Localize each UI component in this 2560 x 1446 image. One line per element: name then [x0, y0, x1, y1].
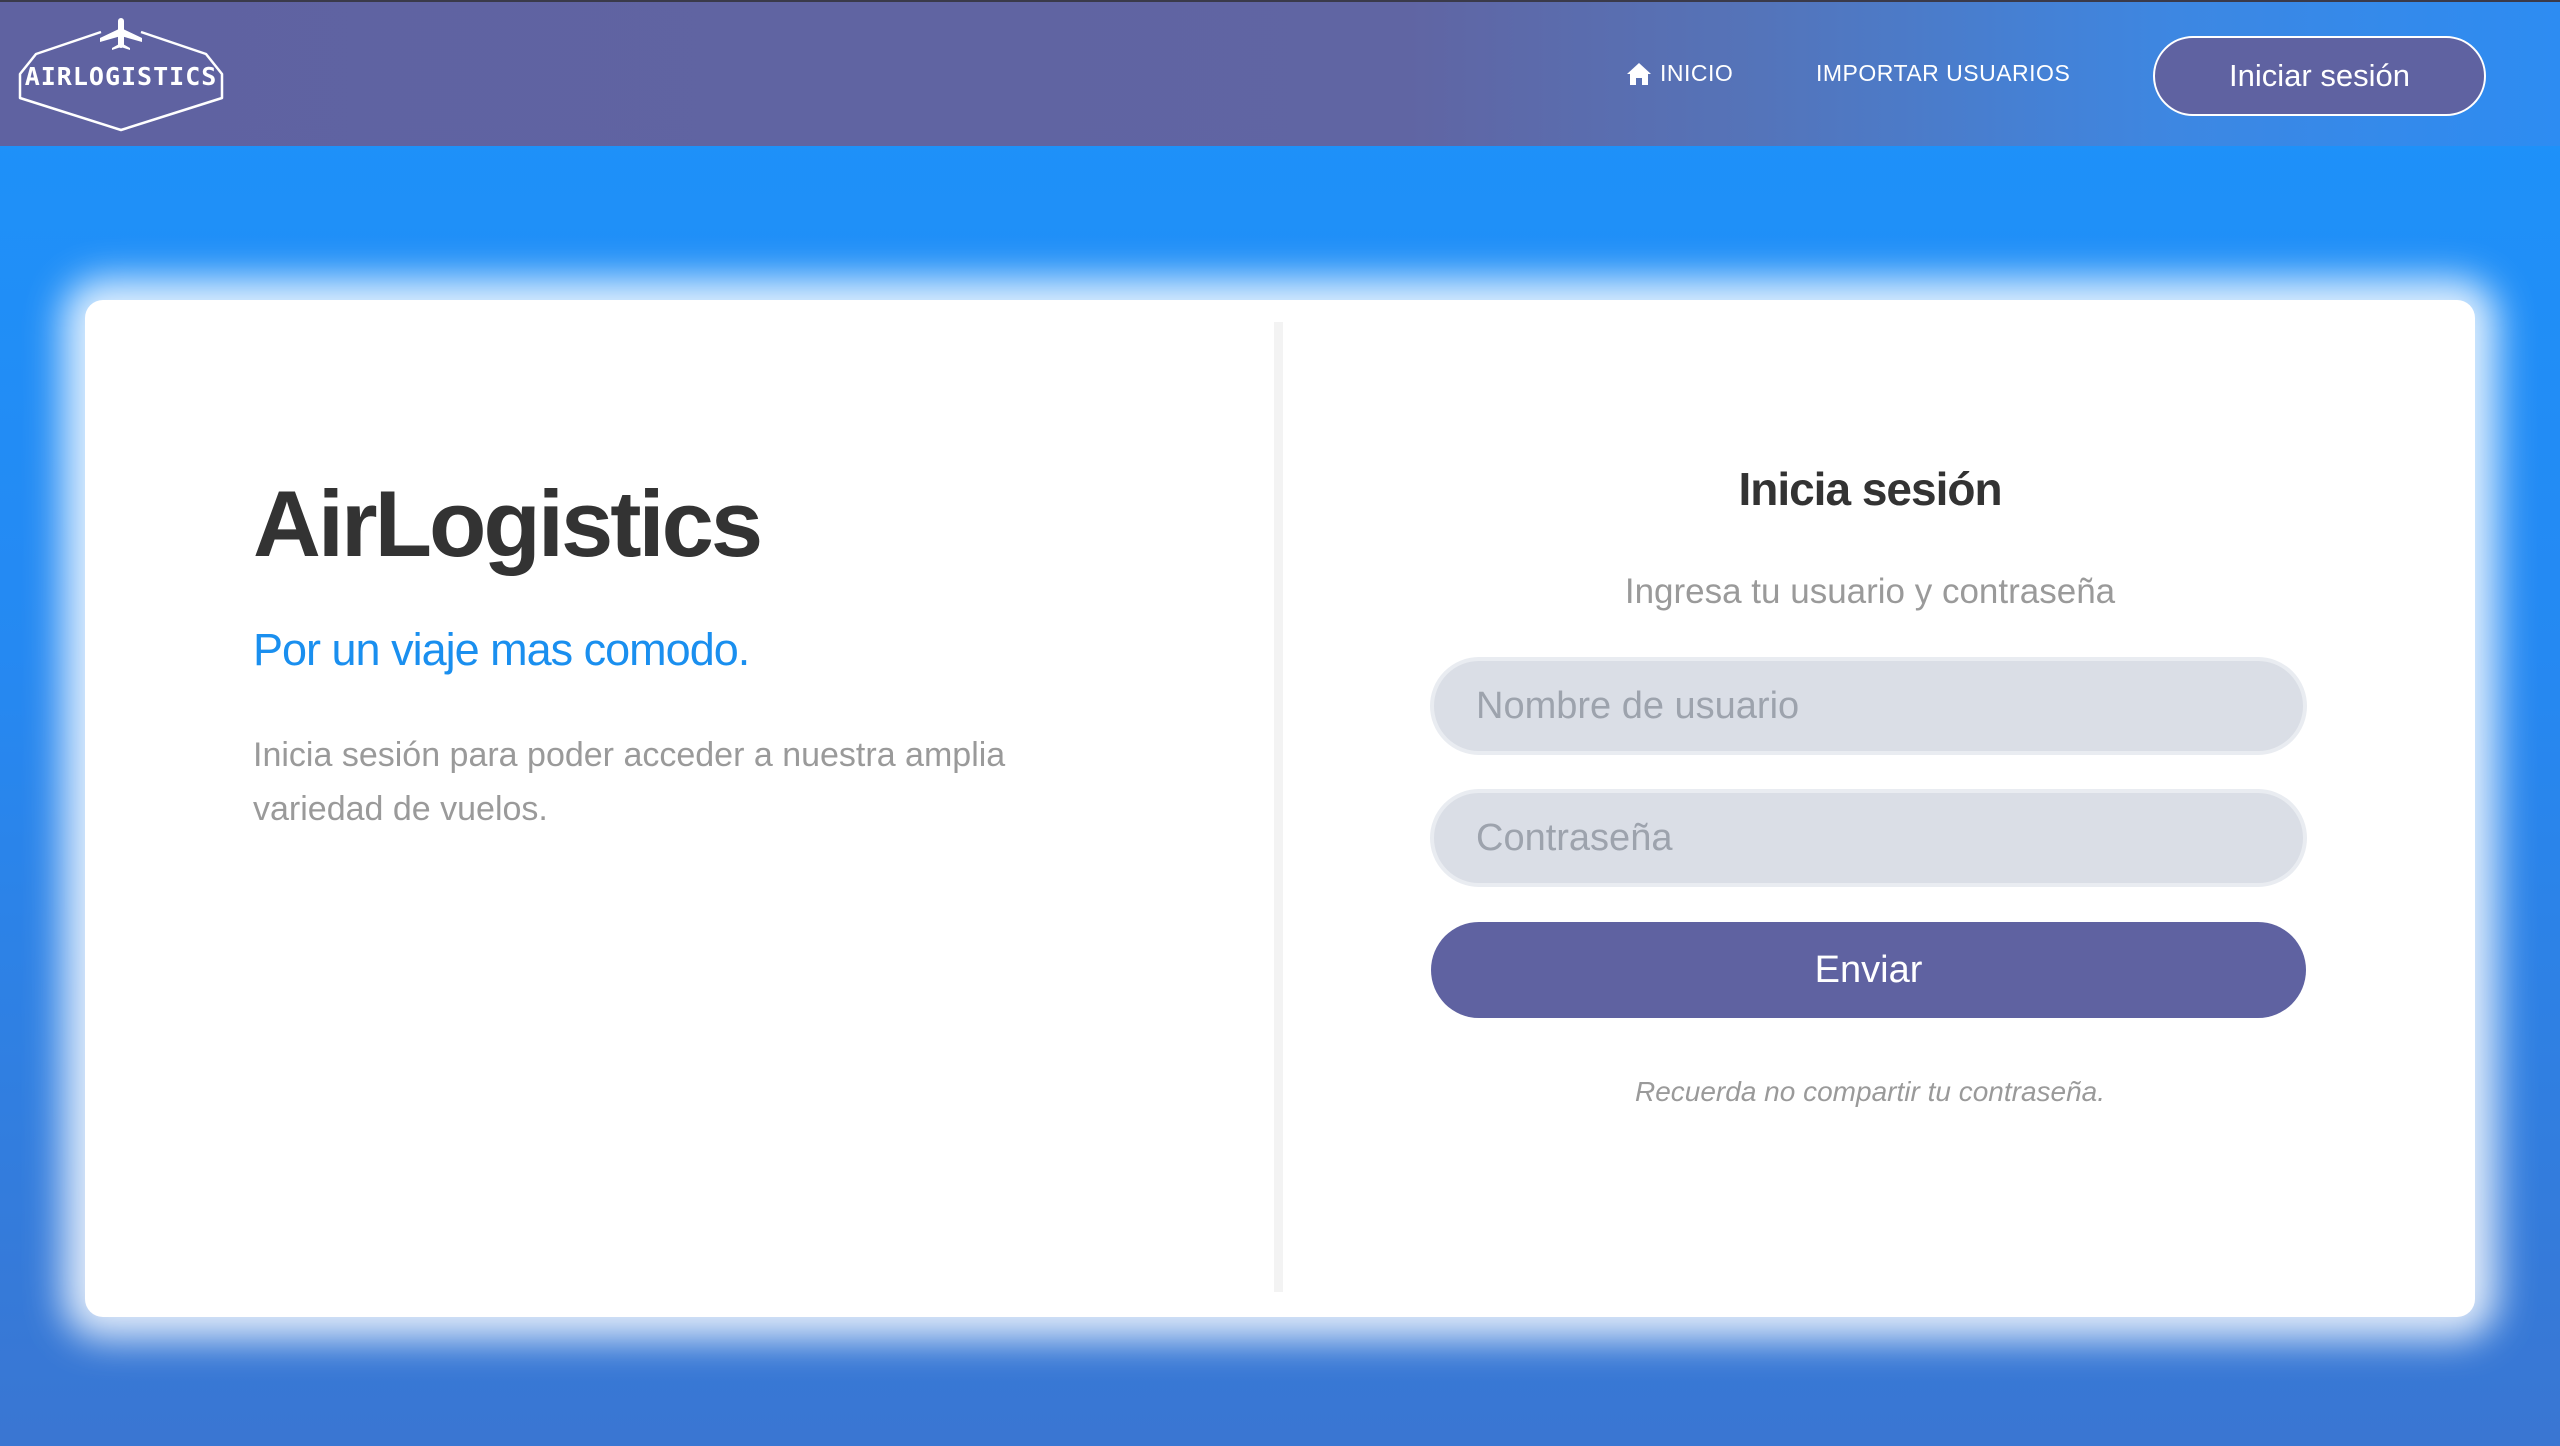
logo-text: AIRLOGISTICS: [24, 62, 218, 91]
airlogistics-logo[interactable]: AIRLOGISTICS: [16, 16, 226, 132]
panel-divider: [1274, 322, 1283, 1292]
login-card: AirLogistics Por un viaje mas comodo. In…: [85, 300, 2475, 1317]
login-form-title: Inicia sesión: [1738, 463, 2002, 515]
login-form-subtitle: Ingresa tu usuario y contraseña: [1624, 572, 2116, 611]
brand-title: AirLogistics: [253, 471, 763, 576]
airplane-icon: [100, 18, 142, 50]
brand-tagline: Por un viaje mas comodo.: [253, 624, 750, 675]
home-icon: [1627, 62, 1651, 85]
nav-link-importar-usuarios[interactable]: IMPORTAR USUARIOS: [1816, 60, 2070, 87]
password-warning-note: Recuerda no compartir tu contraseña.: [1634, 1076, 2106, 1107]
nav-link-inicio-label: INICIO: [1660, 60, 1734, 86]
enviar-button[interactable]: Enviar: [1431, 922, 2306, 1018]
username-input[interactable]: [1430, 657, 2307, 755]
iniciar-sesion-button[interactable]: Iniciar sesión: [2153, 36, 2486, 116]
brand-description: Inicia sesión para poder acceder a nuest…: [253, 736, 1006, 828]
password-input[interactable]: [1430, 789, 2307, 887]
navbar: AIRLOGISTICS INICIO IMPORTAR USUARIOS In…: [0, 0, 2560, 146]
nav-link-inicio[interactable]: INICIO: [1626, 60, 1733, 87]
